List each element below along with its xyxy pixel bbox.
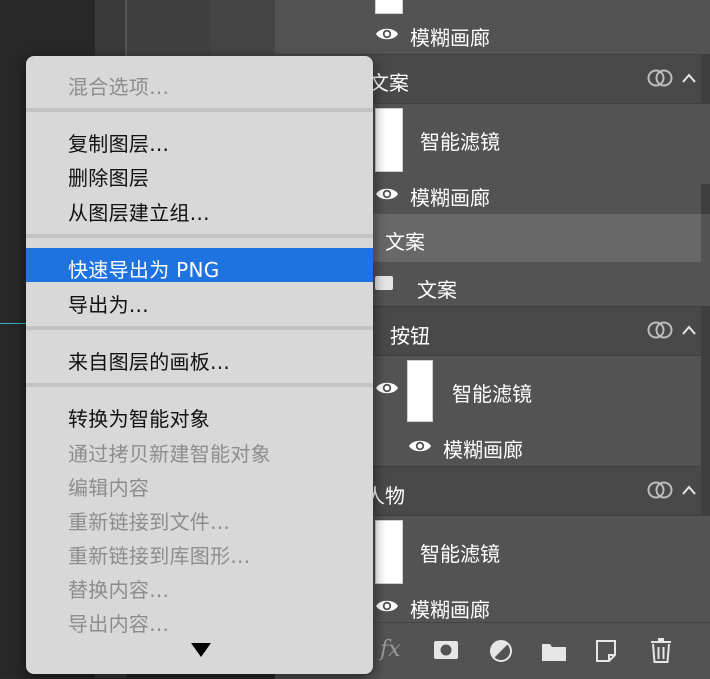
menu-item-label: 混合选项... [68,75,170,99]
menu-item-duplicate-layer[interactable]: 复制图层... [26,122,373,156]
canvas-frame-edge [210,0,275,60]
smart-object-link-icon [647,321,673,339]
panel-edge [701,467,710,515]
panel-edge [701,426,710,466]
menu-item-delete-layer[interactable]: 删除图层 [26,156,373,190]
smart-filter-label: 智能滤镜 [420,542,500,566]
eye-icon[interactable] [375,182,399,206]
adjustment-layer-icon[interactable] [489,639,513,663]
collapse-caret-icon[interactable] [682,485,696,495]
menu-item-label: 复制图层... [68,132,170,156]
panel-edge [701,55,710,103]
smart-object-link-icon [647,481,673,499]
layer-effect-label: 模糊画廊 [410,598,490,622]
panel-edge [701,354,710,426]
eye-icon[interactable] [408,434,432,458]
menu-item-label: 导出为... [68,293,149,317]
layer-thumbnail [375,0,403,14]
menu-item-label: 编辑内容 [68,476,150,500]
menu-item-artboard-from-layers[interactable]: 来自图层的画板... [26,340,373,374]
smart-filter-thumbnail [375,520,403,584]
menu-item-label: 从图层建立组... [68,201,210,225]
menu-item-label: 重新链接到库图形... [68,544,251,568]
collapse-caret-icon[interactable] [682,325,696,335]
smart-filter-thumbnail [407,360,433,422]
layer-group-label: 按钮 [390,324,430,348]
layer-mask-icon[interactable] [433,640,459,660]
smart-object-link-icon [647,69,673,87]
menu-item-label: 替换内容... [68,578,170,602]
menu-separator [26,383,373,387]
panel-edge [701,214,710,262]
panel-edge [701,184,710,214]
smart-filter-label: 智能滤镜 [420,130,500,154]
menu-item-replace-contents[interactable]: 替换内容... [26,568,373,602]
layer-effect-label: 模糊画廊 [443,438,523,462]
menu-item-label: 通过拷贝新建智能对象 [68,442,271,466]
menu-item-convert-to-smart-object[interactable]: 转换为智能对象 [26,397,373,431]
new-layer-icon[interactable] [595,639,617,663]
menu-separator [26,108,373,112]
layer-label: 文案 [417,278,457,302]
panel-edge [701,307,710,355]
menu-separator [26,326,373,330]
menu-item-export-contents[interactable]: 导出内容... [26,602,373,636]
smart-filter-label: 智能滤镜 [452,382,532,406]
triangle-down-icon[interactable] [191,643,211,657]
eye-icon[interactable] [375,594,399,618]
layer-group-label: 文案 [369,71,409,95]
folder-icon [375,276,393,290]
menu-item-label: 删除图层 [68,166,150,190]
menu-item-blending-options[interactable]: 混合选项... [26,65,373,99]
menu-item-export-as[interactable]: 导出为... [26,283,373,317]
menu-item-group-from-layers[interactable]: 从图层建立组... [26,191,373,225]
menu-item-relink-to-library-graphic[interactable]: 重新链接到库图形... [26,534,373,568]
menu-item-label: 快速导出为 PNG [68,258,220,282]
layer-effect-row[interactable]: 模糊画廊 [275,0,710,54]
menu-item-label: 转换为智能对象 [68,407,211,431]
layer-effect-label: 模糊画廊 [410,186,490,210]
menu-item-label: 导出内容... [68,612,170,636]
smart-filter-thumbnail [375,108,403,172]
menu-item-new-smart-object-via-copy[interactable]: 通过拷贝新建智能对象 [26,432,373,466]
trash-icon[interactable] [650,637,672,663]
eye-icon[interactable] [375,22,399,46]
menu-item-relink-to-file[interactable]: 重新链接到文件... [26,500,373,534]
menu-item-quick-export-png[interactable]: 快速导出为 PNG [26,248,373,282]
eye-icon[interactable] [375,376,399,400]
layer-effect-label: 模糊画廊 [410,26,490,50]
menu-item-edit-contents[interactable]: 编辑内容 [26,466,373,500]
menu-item-label: 重新链接到文件... [68,510,231,534]
fx-icon[interactable]: fx [380,637,401,662]
new-group-folder-icon[interactable] [541,640,567,662]
layer-group-label: 文案 [385,230,425,254]
canvas-frame [125,0,214,60]
collapse-caret-icon[interactable] [682,73,696,83]
menu-item-label: 来自图层的画板... [68,350,231,374]
layer-context-menu: 混合选项... 复制图层... 删除图层 从图层建立组... 快速导出为 PNG… [26,56,373,674]
menu-separator [26,234,373,238]
